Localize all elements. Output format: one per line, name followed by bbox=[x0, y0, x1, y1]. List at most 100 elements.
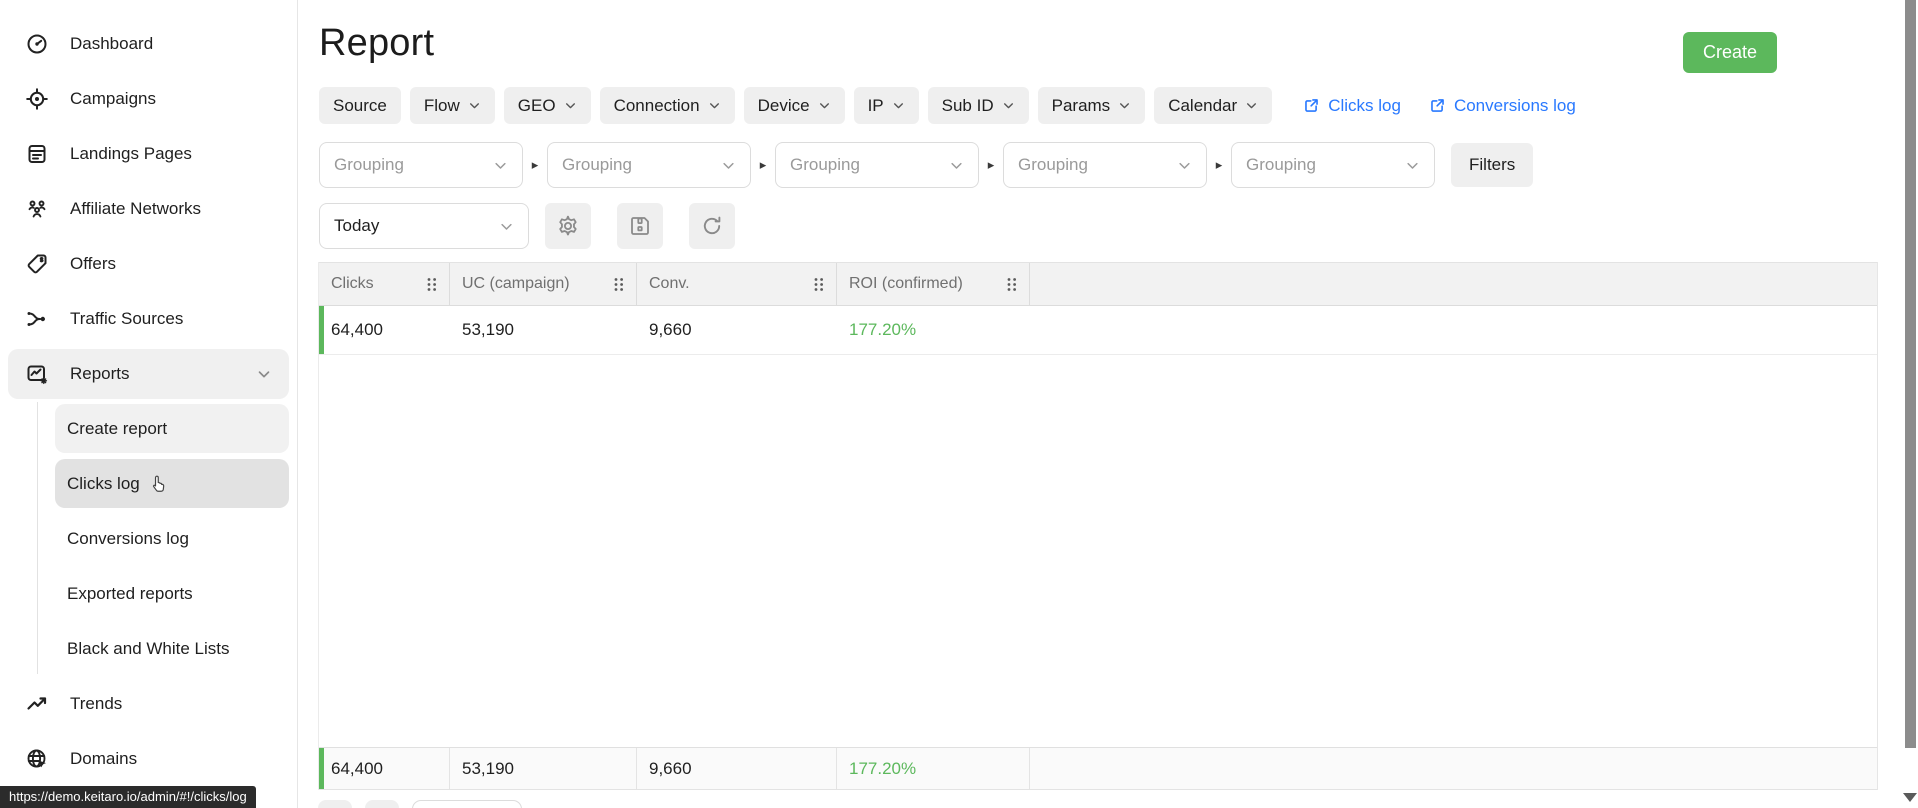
sidebar-item-landings-pages[interactable]: Landings Pages bbox=[0, 126, 297, 181]
sidebar-item-campaigns[interactable]: Campaigns bbox=[0, 71, 297, 126]
sidebar-item-offers[interactable]: Offers bbox=[0, 236, 297, 291]
total-filler bbox=[1030, 748, 1877, 789]
row-accent-bar bbox=[319, 306, 324, 354]
sidebar-subitem-exported-reports[interactable]: Exported reports bbox=[0, 566, 297, 621]
chip-label: IP bbox=[867, 95, 884, 115]
sidebar-subitem-create-report[interactable]: Create report bbox=[0, 401, 297, 456]
chevron-down-icon bbox=[493, 158, 508, 173]
conversions-log-link[interactable]: Conversions log bbox=[1429, 96, 1576, 116]
scrollbar-down-arrow-icon[interactable] bbox=[1903, 793, 1917, 802]
save-report-button[interactable] bbox=[617, 203, 663, 249]
filter-chip-device[interactable]: Device bbox=[743, 87, 845, 124]
per-page-select[interactable] bbox=[412, 800, 522, 808]
sidebar-item-label: Trends bbox=[70, 693, 123, 713]
column-drag-handle-icon[interactable] bbox=[813, 277, 824, 292]
column-drag-handle-icon[interactable] bbox=[426, 277, 437, 292]
column-label: ROI (confirmed) bbox=[849, 275, 963, 292]
grouping-select-3[interactable]: Grouping bbox=[775, 142, 979, 188]
reports-icon bbox=[24, 361, 50, 387]
chip-label: Sub ID bbox=[941, 95, 994, 115]
clicks-log-link[interactable]: Clicks log bbox=[1303, 96, 1401, 116]
filter-chip-sub-id[interactable]: Sub ID bbox=[927, 87, 1029, 124]
sidebar-nav: Dashboard Campaigns Landings Pages Affil… bbox=[0, 16, 297, 786]
sidebar-item-affiliate-networks[interactable]: Affiliate Networks bbox=[0, 181, 297, 236]
sidebar-subitem-conversions-log[interactable]: Conversions log bbox=[0, 511, 297, 566]
sidebar-item-traffic-sources[interactable]: Traffic Sources bbox=[0, 291, 297, 346]
sidebar-item-trends[interactable]: Trends bbox=[0, 676, 297, 731]
table-header: Clicks UC (campaign) Conv. ROI (confirme… bbox=[319, 262, 1877, 306]
chip-label: Params bbox=[1051, 95, 1111, 115]
subitem-label: Exported reports bbox=[67, 583, 193, 603]
grouping-select-1[interactable]: Grouping bbox=[319, 142, 523, 188]
domains-icon bbox=[24, 746, 50, 772]
filter-chip-source[interactable]: Source bbox=[319, 87, 401, 124]
main-content: Report Create Source Flow GEO Connection… bbox=[299, 0, 1918, 808]
report-settings-button[interactable] bbox=[545, 203, 591, 249]
table-totals-row: 64,400 53,190 9,660 177.20% bbox=[319, 747, 1877, 790]
date-toolbar: Today bbox=[319, 203, 735, 249]
filter-chip-params[interactable]: Params bbox=[1037, 87, 1146, 124]
chevron-down-icon bbox=[1118, 99, 1131, 112]
date-range-select[interactable]: Today bbox=[319, 203, 529, 249]
filter-chip-flow[interactable]: Flow bbox=[409, 87, 495, 124]
column-header-roi-confirmed[interactable]: ROI (confirmed) bbox=[837, 263, 1030, 305]
column-header-uc-campaign[interactable]: UC (campaign) bbox=[450, 263, 637, 305]
row-accent-bar bbox=[319, 748, 324, 789]
chevron-down-icon bbox=[564, 99, 577, 112]
column-header-clicks[interactable]: Clicks bbox=[319, 263, 450, 305]
column-label: Conv. bbox=[649, 275, 690, 292]
chevron-down-icon bbox=[949, 158, 964, 173]
link-label: Conversions log bbox=[1453, 95, 1576, 115]
refresh-button[interactable] bbox=[689, 203, 735, 249]
filter-chip-connection[interactable]: Connection bbox=[599, 87, 735, 124]
column-drag-handle-icon[interactable] bbox=[613, 277, 624, 292]
sidebar-item-label: Domains bbox=[70, 748, 138, 768]
chevron-down-icon bbox=[721, 158, 736, 173]
sidebar-subitem-clicks-log[interactable]: Clicks log bbox=[0, 456, 297, 511]
landing-pages-icon bbox=[24, 141, 50, 167]
column-header-conv[interactable]: Conv. bbox=[637, 263, 837, 305]
grouping-separator: ▸ bbox=[1215, 157, 1223, 172]
total-conv: 9,660 bbox=[637, 748, 837, 789]
grouping-select-2[interactable]: Grouping bbox=[547, 142, 751, 188]
scrollbar-thumb[interactable] bbox=[1905, 0, 1916, 748]
sidebar-item-label: Reports bbox=[70, 363, 130, 383]
filters-button[interactable]: Filters bbox=[1451, 143, 1534, 187]
filter-chip-ip[interactable]: IP bbox=[853, 87, 919, 124]
pagination-button[interactable] bbox=[318, 800, 352, 808]
total-clicks: 64,400 bbox=[319, 748, 450, 789]
sidebar-item-label: Landings Pages bbox=[70, 143, 192, 163]
sidebar-item-dashboard[interactable]: Dashboard bbox=[0, 16, 297, 71]
filter-chips-row: Source Flow GEO Connection Device IP Sub… bbox=[319, 87, 1576, 124]
column-drag-handle-icon[interactable] bbox=[1006, 277, 1017, 292]
chip-label: Flow bbox=[423, 95, 460, 115]
sidebar-item-domains[interactable]: Domains bbox=[0, 731, 297, 786]
cell-clicks: 64,400 bbox=[331, 320, 383, 339]
filter-chip-calendar[interactable]: Calendar bbox=[1154, 87, 1273, 124]
sidebar-subitem-black-white-lists[interactable]: Black and White Lists bbox=[0, 621, 297, 676]
mouse-pointer-icon bbox=[148, 473, 170, 495]
table-empty-area bbox=[319, 355, 1877, 747]
grouping-select-5[interactable]: Grouping bbox=[1231, 142, 1435, 188]
sidebar-item-reports[interactable]: Reports bbox=[0, 346, 297, 401]
subitem-label: Clicks log bbox=[67, 473, 140, 493]
dashboard-icon bbox=[24, 31, 50, 57]
chevron-down-icon bbox=[499, 219, 514, 234]
report-table: Clicks UC (campaign) Conv. ROI (confirme… bbox=[318, 262, 1878, 790]
traffic-sources-icon bbox=[24, 306, 50, 332]
gear-icon bbox=[556, 214, 580, 238]
create-button[interactable]: Create bbox=[1682, 32, 1777, 73]
grouping-placeholder: Grouping bbox=[1246, 155, 1316, 174]
save-icon bbox=[628, 214, 652, 238]
pagination-button[interactable] bbox=[365, 800, 399, 808]
filter-chip-geo[interactable]: GEO bbox=[503, 87, 591, 124]
page-title: Report bbox=[319, 22, 435, 64]
grouping-row: Grouping ▸ Grouping ▸ Grouping ▸ Groupin… bbox=[319, 142, 1534, 188]
sidebar-item-label: Dashboard bbox=[70, 33, 154, 53]
table-row[interactable]: 64,400 53,190 9,660 177.20% bbox=[319, 306, 1877, 355]
chevron-down-icon bbox=[1177, 158, 1192, 173]
chevron-down-icon bbox=[1405, 158, 1420, 173]
external-link-icon bbox=[1303, 97, 1320, 114]
chip-label: Source bbox=[333, 95, 387, 115]
grouping-select-4[interactable]: Grouping bbox=[1003, 142, 1207, 188]
